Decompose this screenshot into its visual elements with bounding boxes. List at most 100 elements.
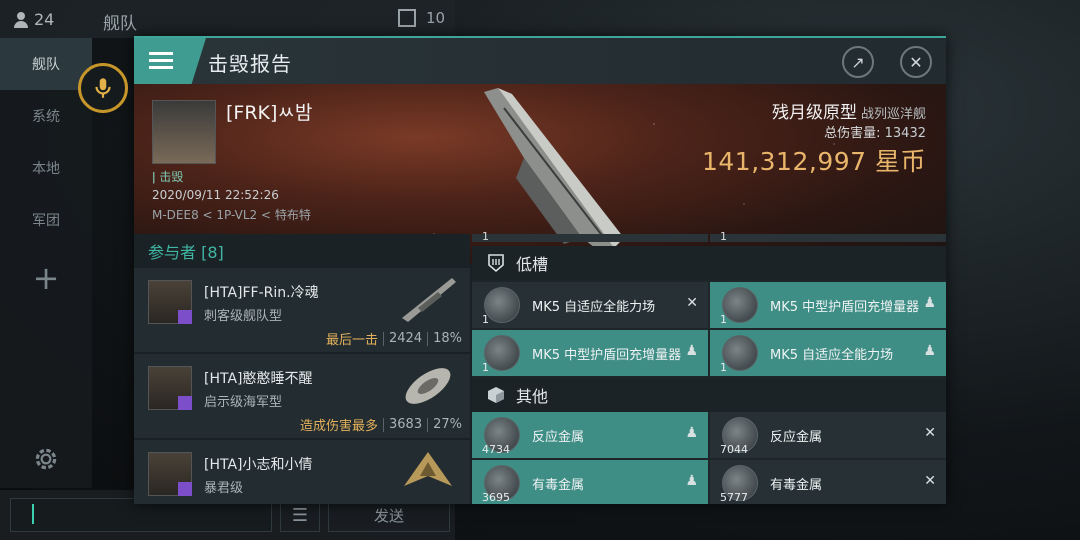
item-row[interactable]: 1 MK5 中型护盾回充增量器 ♟	[710, 282, 946, 328]
total-damage-label: 总伤害量:	[824, 126, 881, 141]
final-blow-tag: 最后一击	[325, 333, 378, 348]
destroyed-icon: ✕	[924, 425, 936, 441]
item-quantity: 1	[720, 313, 727, 326]
kill-datetime: 2020/09/11 22:52:26	[152, 188, 279, 202]
participant-row[interactable]: [HTA]FF-Rin.冷魂 刺客级舰队型 最后一击 2424 18%	[134, 268, 470, 354]
item-quantity: 1	[482, 313, 489, 326]
victim-portrait[interactable]	[152, 100, 216, 164]
close-icon: ✕	[909, 52, 923, 72]
share-button[interactable]: ↗	[842, 46, 874, 78]
nav-item-local[interactable]: 本地	[0, 142, 92, 194]
participant-avatar[interactable]	[148, 280, 192, 324]
item-quantity: 4734	[482, 443, 510, 456]
item-row[interactable]: 1 MK5 自适应全能力场 ♟	[710, 330, 946, 376]
microphone-button[interactable]	[78, 63, 128, 113]
shield-module-icon	[484, 335, 520, 371]
member-count: 10	[398, 9, 445, 27]
participant-row[interactable]: [HTA]小志和小倩 暴君级	[134, 440, 470, 504]
isk-value: 141,312,997 星币	[702, 142, 926, 178]
window-icon	[398, 9, 416, 27]
share-icon: ↗	[851, 52, 865, 72]
dropped-icon: ♟	[923, 295, 936, 311]
participant-name: [HTA]小志和小倩	[204, 457, 313, 473]
close-button[interactable]: ✕	[900, 46, 932, 78]
participant-row[interactable]: [HTA]憨憨睡不醒 启示级海军型 造成伤害最多 3683 27%	[134, 354, 470, 440]
text-cursor	[32, 504, 34, 524]
divider	[383, 417, 384, 432]
divider	[427, 331, 429, 346]
item-row[interactable]: 1 MK5 中型护盾回充增量器 ♟	[472, 330, 708, 376]
gear-icon[interactable]	[33, 446, 59, 472]
participant-avatar[interactable]	[148, 366, 192, 410]
item-row[interactable]: 4734 反应金属 ♟	[472, 412, 708, 458]
kill-location[interactable]: M-DEE8 < 1P-VL2 < 特布特	[152, 206, 311, 223]
item-row-partial: 1	[472, 230, 708, 243]
item-label: 反应金属	[770, 430, 823, 445]
item-quantity: 1	[720, 361, 727, 374]
dropped-icon: ♟	[923, 343, 936, 359]
microphone-icon	[95, 78, 111, 98]
items-panel: 1 1 低槽 1 MK5 自适应全能力场 ✕ 1 MK5 中型护盾回充增量器 ♟…	[472, 230, 946, 504]
top-damage-tag: 造成伤害最多	[299, 419, 378, 434]
participant-percent: 27%	[433, 417, 462, 432]
dropped-icon: ♟	[685, 425, 698, 441]
item-quantity: 1	[482, 230, 489, 243]
participant-name: [HTA]憨憨睡不醒	[204, 371, 313, 387]
participant-ship: 暴君级	[204, 481, 244, 496]
item-quantity: 5777	[720, 491, 748, 504]
low-slot-title: 低槽	[516, 255, 549, 274]
item-row[interactable]: 1 MK5 自适应全能力场 ✕	[472, 282, 708, 328]
killmail-modal: 击毁报告 ↗ ✕ [FRK]ㅆ밤 ǀ 击毁 2020/09/11 22:52:2…	[134, 36, 946, 504]
isk-unit: 星币	[874, 147, 926, 176]
low-slot-header: 低槽	[472, 246, 946, 280]
nav-item-system[interactable]: 系统	[0, 90, 92, 142]
item-row[interactable]: 7044 反应金属 ✕	[710, 412, 946, 458]
participants-panel: 参与者 [8] [HTA]FF-Rin.冷魂 刺客级舰队型 最后一击 2424 …	[134, 234, 470, 504]
participant-name: [HTA]FF-Rin.冷魂	[204, 285, 319, 301]
dropped-icon: ♟	[685, 473, 698, 489]
victim-status-text: 击毁	[159, 170, 184, 184]
item-quantity: 1	[720, 230, 727, 243]
total-damage-value: 13432	[884, 126, 926, 141]
section-title: 舰队	[103, 14, 137, 34]
participant-stats: 造成伤害最多 3683 27%	[300, 415, 462, 434]
divider	[427, 417, 429, 432]
low-slot-icon	[488, 254, 504, 273]
add-channel-icon[interactable]: +	[0, 246, 92, 310]
victim-name[interactable]: [FRK]ㅆ밤	[226, 98, 312, 125]
shield-module-icon	[484, 287, 520, 323]
participants-header: 参与者 [8]	[148, 243, 224, 262]
destroyed-icon: ✕	[924, 473, 936, 489]
item-label: MK5 中型护盾回充增量器	[770, 300, 920, 315]
other-title: 其他	[516, 387, 549, 406]
nav-item-corp[interactable]: 军团	[0, 194, 92, 246]
person-icon	[14, 11, 28, 28]
item-quantity: 3695	[482, 491, 510, 504]
participant-ship-icon	[402, 278, 456, 322]
item-quantity: 1	[482, 361, 489, 374]
online-count: 24	[14, 10, 54, 29]
participant-ship-icon	[404, 452, 452, 486]
participant-ship-icon	[405, 368, 451, 404]
item-row[interactable]: 3695 有毒金属 ♟	[472, 460, 708, 504]
participant-ship: 刺客级舰队型	[204, 309, 283, 324]
alliance-badge-icon	[178, 310, 192, 324]
participant-percent: 18%	[433, 331, 462, 346]
menu-button[interactable]	[134, 38, 206, 84]
item-label: MK5 中型护盾回充增量器	[532, 348, 682, 363]
item-row-partial: 1	[710, 230, 946, 243]
modal-header: 击毁报告 ↗ ✕	[134, 38, 946, 84]
item-label: MK5 自适应全能力场	[770, 348, 894, 363]
participant-ship: 启示级海军型	[204, 395, 283, 410]
online-count-value: 24	[34, 10, 55, 29]
ship-name[interactable]: 残月级原型	[772, 103, 857, 123]
item-quantity: 7044	[720, 443, 748, 456]
shield-module-icon	[722, 287, 758, 323]
participant-stats: 最后一击 2424 18%	[326, 329, 462, 348]
alliance-badge-icon	[178, 482, 192, 496]
participant-avatar[interactable]	[148, 452, 192, 496]
participant-damage: 3683	[389, 417, 423, 432]
alliance-badge-icon	[178, 396, 192, 410]
item-row[interactable]: 5777 有毒金属 ✕	[710, 460, 946, 504]
cube-icon	[488, 387, 504, 403]
